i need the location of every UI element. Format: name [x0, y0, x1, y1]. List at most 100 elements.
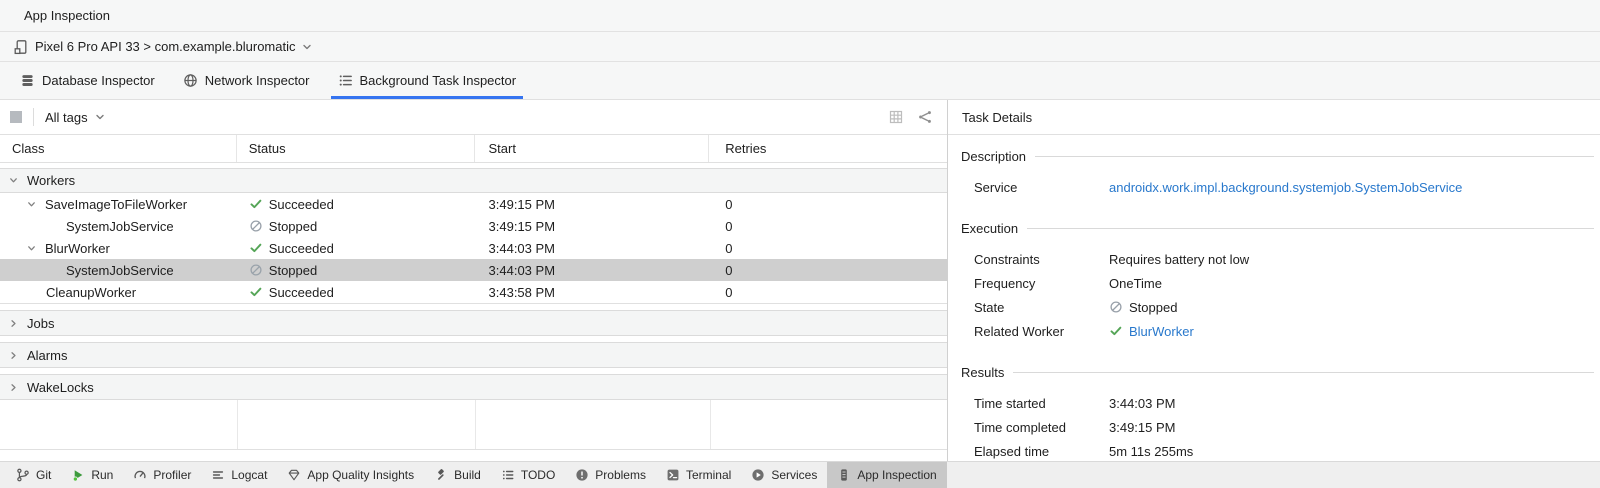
run-icon [71, 468, 85, 482]
tab-network-inspector[interactable]: Network Inspector [169, 62, 324, 99]
field-state: State Stopped [961, 295, 1594, 319]
retries-count: 0 [725, 197, 732, 212]
table-view-icon[interactable] [888, 109, 904, 125]
tool-window-titlebar: App Inspection [0, 0, 1600, 32]
gauge-icon [133, 468, 147, 482]
section-rule [1013, 372, 1594, 373]
tool-button-app-quality-insights[interactable]: App Quality Insights [277, 462, 424, 488]
section-title: Description [961, 149, 1026, 164]
tool-button-terminal[interactable]: Terminal [656, 462, 741, 488]
field-value: OneTime [1109, 276, 1162, 291]
group-label: Alarms [27, 348, 67, 363]
field-label: Related Worker [974, 324, 1109, 339]
tool-button-app-inspection[interactable]: App Inspection [827, 462, 946, 488]
task-details-panel: Task Details Description Service android… [948, 100, 1600, 461]
tab-label: Network Inspector [205, 73, 310, 88]
succeeded-icon [1109, 324, 1123, 338]
field-value: 3:49:15 PM [1109, 420, 1176, 435]
gem-icon [287, 468, 301, 482]
related-worker-link[interactable]: BlurWorker [1129, 324, 1194, 339]
table-row-selected[interactable]: SystemJobService Stopped 3:44:03 PM 0 [0, 259, 947, 281]
column-header-class[interactable]: Class [0, 135, 237, 162]
task-table-panel: All tags [0, 100, 948, 461]
status-text: Succeeded [269, 241, 334, 256]
field-label: Elapsed time [974, 444, 1109, 459]
database-icon [20, 73, 35, 88]
chevron-right-icon [8, 318, 19, 329]
worker-class: CleanupWorker [46, 285, 136, 300]
task-details-header: Task Details [948, 100, 1600, 135]
column-header-status[interactable]: Status [237, 135, 475, 162]
todo-list-icon [501, 468, 515, 482]
succeeded-icon [249, 241, 263, 255]
field-value: 5m 11s 255ms [1109, 444, 1193, 459]
table-row[interactable]: CleanupWorker Succeeded 3:43:58 PM 0 [0, 281, 947, 303]
field-label: Time completed [974, 420, 1109, 435]
device-selector-bar: Pixel 6 Pro API 33 > com.example.bluroma… [0, 32, 1600, 62]
tool-button-git[interactable]: Git [6, 462, 61, 488]
chevron-right-icon [8, 350, 19, 361]
chevron-down-icon[interactable] [26, 243, 37, 254]
table-row[interactable]: SaveImageToFileWorker Succeeded 3:49:15 … [0, 193, 947, 215]
column-header-retries[interactable]: Retries [709, 135, 947, 162]
group-label: WakeLocks [27, 380, 94, 395]
tab-database-inspector[interactable]: Database Inspector [6, 62, 169, 99]
list-icon [338, 73, 353, 88]
field-label: Time started [974, 396, 1109, 411]
tool-button-logcat[interactable]: Logcat [201, 462, 277, 488]
retries-count: 0 [725, 241, 732, 256]
tool-window-bar: Git Run Profiler Logcat [0, 461, 1600, 488]
table-header: Class Status Start Retries [0, 135, 947, 163]
start-time: 3:49:15 PM [489, 197, 556, 212]
tool-button-run[interactable]: Run [61, 462, 123, 488]
field-frequency: Frequency OneTime [961, 271, 1594, 295]
field-time-completed: Time completed 3:49:15 PM [961, 415, 1594, 439]
worker-class: BlurWorker [45, 241, 110, 256]
worker-rows: SaveImageToFileWorker Succeeded 3:49:15 … [0, 193, 947, 304]
main-content: All tags [0, 100, 1600, 461]
tool-button-services[interactable]: Services [741, 462, 827, 488]
field-time-started: Time started 3:44:03 PM [961, 391, 1594, 415]
stopped-icon [249, 219, 263, 233]
tool-button-problems[interactable]: Problems [565, 462, 656, 488]
section-description: Description Service androidx.work.impl.b… [961, 147, 1594, 199]
app-inspection-icon [837, 468, 851, 482]
group-row-alarms[interactable]: Alarms [0, 342, 947, 368]
table-toolbar: All tags [0, 100, 947, 135]
field-value: Requires battery not low [1109, 252, 1249, 267]
problems-icon [575, 468, 589, 482]
field-label: Frequency [974, 276, 1109, 291]
worker-class: SystemJobService [66, 263, 174, 278]
app-inspection-window: App Inspection Pixel 6 Pro API 33 > com.… [0, 0, 1600, 488]
chevron-down-icon[interactable] [301, 41, 313, 53]
status-text: Stopped [269, 219, 317, 234]
tool-button-profiler[interactable]: Profiler [123, 462, 201, 488]
section-rule [1035, 156, 1594, 157]
task-details-body: Description Service androidx.work.impl.b… [948, 135, 1600, 461]
tool-button-build[interactable]: Build [424, 462, 491, 488]
field-elapsed-time: Elapsed time 5m 11s 255ms [961, 439, 1594, 461]
tag-filter-label: All tags [45, 110, 88, 125]
worker-class: SystemJobService [66, 219, 174, 234]
terminal-icon [666, 468, 680, 482]
tag-filter-dropdown[interactable]: All tags [45, 110, 106, 125]
table-row[interactable]: BlurWorker Succeeded 3:44:03 PM 0 [0, 237, 947, 259]
stop-inspection-button[interactable] [10, 111, 22, 123]
status-text: Succeeded [269, 197, 334, 212]
section-execution: Execution Constraints Requires battery n… [961, 219, 1594, 343]
group-row-wakelocks[interactable]: WakeLocks [0, 374, 947, 400]
column-header-start[interactable]: Start [475, 135, 710, 162]
retries-count: 0 [725, 219, 732, 234]
device-process-label[interactable]: Pixel 6 Pro API 33 > com.example.bluroma… [35, 39, 295, 54]
chevron-down-icon[interactable] [26, 199, 37, 210]
field-label: Constraints [974, 252, 1109, 267]
tab-background-task-inspector[interactable]: Background Task Inspector [324, 62, 531, 99]
graph-view-icon[interactable] [917, 109, 933, 125]
tool-button-todo[interactable]: TODO [491, 462, 565, 488]
hammer-icon [434, 468, 448, 482]
group-row-workers[interactable]: Workers [0, 168, 947, 193]
group-row-jobs[interactable]: Jobs [0, 310, 947, 336]
services-icon [751, 468, 765, 482]
service-link[interactable]: androidx.work.impl.background.systemjob.… [1109, 180, 1462, 195]
table-row[interactable]: SystemJobService Stopped 3:49:15 PM 0 [0, 215, 947, 237]
